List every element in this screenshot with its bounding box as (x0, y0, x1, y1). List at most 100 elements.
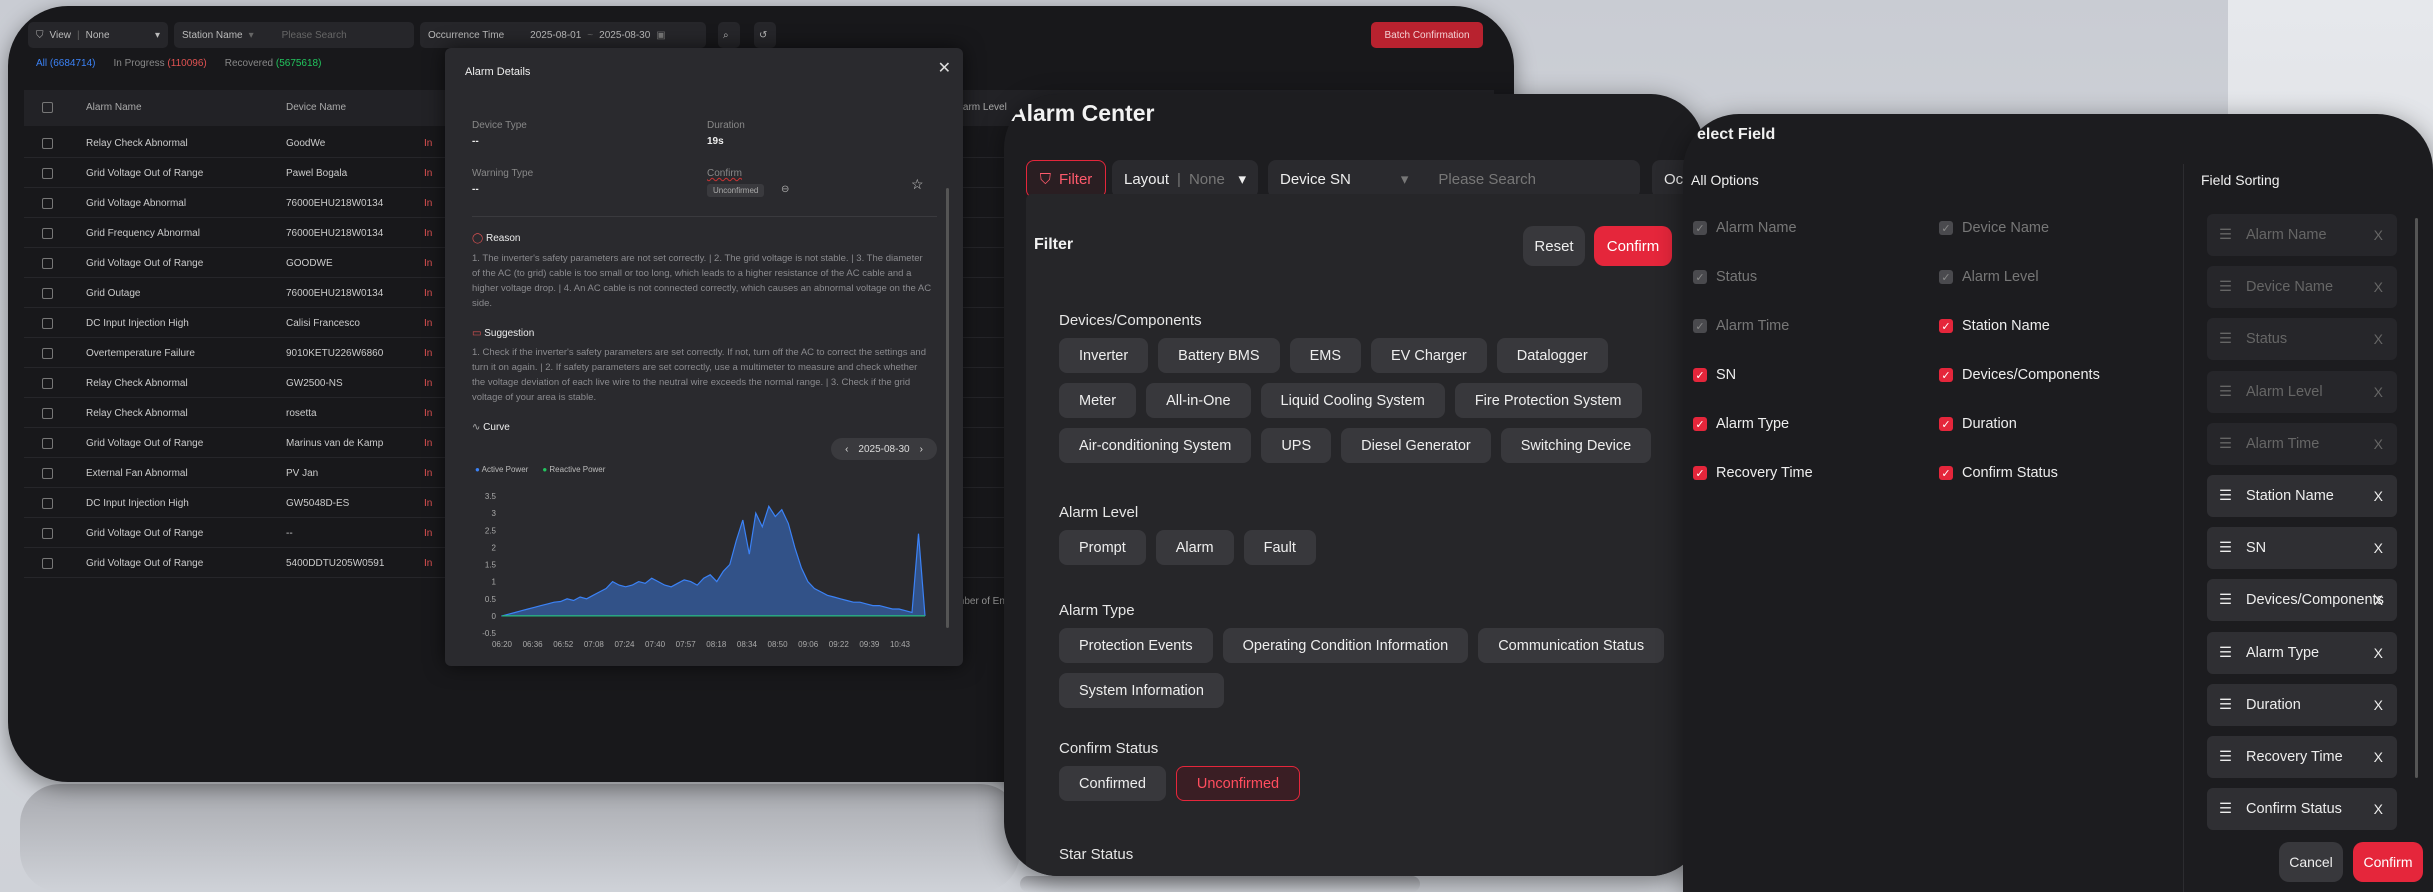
filter-chip[interactable]: Datalogger (1496, 338, 1608, 373)
search-button[interactable]: ⌕ (718, 22, 740, 48)
date-end[interactable]: 2025-08-30 (599, 30, 650, 41)
row-checkbox[interactable] (42, 438, 53, 449)
reset-button[interactable]: Reset (1523, 226, 1585, 266)
remove-icon[interactable]: X (2374, 436, 2383, 452)
filter-chip[interactable]: Confirmed (1059, 766, 1166, 801)
remove-icon[interactable]: X (2374, 697, 2383, 713)
chevron-left-icon[interactable]: ‹ (845, 444, 848, 455)
filter-chip[interactable]: Diesel Generator (1341, 428, 1491, 463)
row-checkbox[interactable] (42, 378, 53, 389)
filter-chip[interactable]: Prompt (1059, 530, 1146, 565)
filter-chip[interactable]: All-in-One (1146, 383, 1251, 418)
row-checkbox[interactable] (42, 258, 53, 269)
field-option[interactable]: ✓ Duration (1939, 416, 2017, 432)
drag-handle-icon[interactable]: ☰ (2219, 488, 2232, 504)
layout-select[interactable]: Layout | None ▾ (1112, 160, 1258, 198)
drag-handle-icon[interactable]: ☰ (2219, 645, 2232, 661)
checkbox-icon[interactable]: ✓ (1939, 319, 1953, 333)
remove-icon[interactable]: X (2374, 227, 2383, 243)
row-checkbox[interactable] (42, 288, 53, 299)
sort-row[interactable]: ☰ Recovery Time X (2207, 736, 2397, 778)
row-checkbox[interactable] (42, 558, 53, 569)
drag-handle-icon[interactable]: ☰ (2219, 436, 2232, 452)
sort-row[interactable]: ☰ Confirm Status X (2207, 788, 2397, 831)
curve-date-picker[interactable]: ‹ 2025-08-30 › (831, 438, 937, 460)
checkbox-icon[interactable]: ✓ (1939, 466, 1953, 480)
remove-icon[interactable]: X (2374, 488, 2383, 504)
remove-icon[interactable]: X (2374, 384, 2383, 400)
drag-handle-icon[interactable]: ☰ (2219, 384, 2232, 400)
field-option[interactable]: ✓ Station Name (1939, 318, 2050, 334)
device-sn-search[interactable]: Device SN ▾ Please Search (1268, 160, 1640, 198)
info-icon[interactable]: ⊖ (781, 184, 789, 195)
station-search[interactable]: Station Name ▾ Please Search (174, 22, 414, 48)
row-checkbox[interactable] (42, 468, 53, 479)
occurrence-time[interactable]: Occurrence Time 2025-08-01 ~ 2025-08-30 … (420, 22, 706, 48)
filter-chip[interactable]: Inverter (1059, 338, 1149, 373)
filter-chip[interactable]: Fault (1243, 530, 1316, 565)
sort-row[interactable]: ☰ Alarm Name X (2207, 214, 2397, 256)
refresh-button[interactable]: ↺ (754, 22, 776, 48)
row-checkbox[interactable] (42, 348, 53, 359)
field-option[interactable]: ✓ Confirm Status (1939, 465, 2058, 481)
date-start[interactable]: 2025-08-01 (530, 30, 581, 41)
filter-chip[interactable]: Switching Device (1500, 428, 1652, 463)
chevron-right-icon[interactable]: › (920, 444, 923, 455)
row-checkbox[interactable] (42, 408, 53, 419)
filter-chip[interactable]: EMS (1289, 338, 1361, 373)
remove-icon[interactable]: X (2374, 749, 2383, 765)
tab-in-progress[interactable]: In Progress (110096) (114, 58, 207, 69)
filter-chip[interactable]: Meter (1059, 383, 1137, 418)
sort-row[interactable]: ☰ Status X (2207, 318, 2397, 361)
drag-handle-icon[interactable]: ☰ (2219, 801, 2232, 817)
filter-chip[interactable]: System Information (1059, 673, 1224, 708)
filter-chip[interactable]: Operating Condition Information (1222, 628, 1469, 663)
cancel-button[interactable]: Cancel (2279, 842, 2343, 882)
field-option[interactable]: ✓ SN (1693, 367, 1736, 383)
confirm-button[interactable]: Confirm (2353, 842, 2423, 882)
remove-icon[interactable]: X (2374, 331, 2383, 347)
confirm-button[interactable]: Confirm (1594, 226, 1672, 266)
tab-recovered[interactable]: Recovered (5675618) (225, 58, 322, 69)
search-input[interactable]: Please Search (282, 30, 347, 41)
drag-handle-icon[interactable]: ☰ (2219, 540, 2232, 556)
drag-handle-icon[interactable]: ☰ (2219, 331, 2232, 347)
sort-row[interactable]: ☰ Devices/Components X (2207, 579, 2397, 622)
row-checkbox[interactable] (42, 498, 53, 509)
sort-row[interactable]: ☰ Device Name X (2207, 266, 2397, 309)
drag-handle-icon[interactable]: ☰ (2219, 749, 2232, 765)
filter-chip[interactable]: Fire Protection System (1454, 383, 1642, 418)
sort-row[interactable]: ☰ Duration X (2207, 683, 2397, 726)
sort-row[interactable]: ☰ Alarm Type X (2207, 631, 2397, 674)
remove-icon[interactable]: X (2374, 645, 2383, 661)
sorting-scrollbar[interactable] (2415, 218, 2418, 778)
checkbox-icon[interactable]: ✓ (1693, 417, 1707, 431)
remove-icon[interactable]: X (2374, 801, 2383, 817)
filter-chip[interactable]: Liquid Cooling System (1260, 383, 1445, 418)
field-option[interactable]: ✓ Alarm Type (1693, 416, 1789, 432)
tab-all[interactable]: All (6684714) (36, 58, 96, 69)
sort-row[interactable]: ☰ SN X (2207, 527, 2397, 570)
drag-handle-icon[interactable]: ☰ (2219, 227, 2232, 243)
row-checkbox[interactable] (42, 138, 53, 149)
station-name-select[interactable]: Station Name (182, 30, 243, 41)
drag-handle-icon[interactable]: ☰ (2219, 592, 2232, 608)
remove-icon[interactable]: X (2374, 592, 2383, 608)
filter-button[interactable]: ⛉ Filter (1026, 160, 1106, 198)
sort-row[interactable]: ☰ Alarm Time X (2207, 422, 2397, 465)
close-icon[interactable]: ✕ (938, 58, 951, 78)
row-checkbox[interactable] (42, 168, 53, 179)
checkbox-icon[interactable]: ✓ (1939, 368, 1953, 382)
remove-icon[interactable]: X (2374, 540, 2383, 556)
drag-handle-icon[interactable]: ☰ (2219, 697, 2232, 713)
row-checkbox[interactable] (42, 198, 53, 209)
batch-confirmation-button[interactable]: Batch Confirmation (1371, 22, 1483, 48)
sort-row[interactable]: ☰ Station Name X (2207, 475, 2397, 517)
drag-handle-icon[interactable]: ☰ (2219, 279, 2232, 295)
sort-row[interactable]: ☰ Alarm Level X (2207, 370, 2397, 413)
filter-chip[interactable]: Protection Events (1059, 628, 1213, 663)
row-checkbox[interactable] (42, 318, 53, 329)
checkbox-icon[interactable]: ✓ (1693, 466, 1707, 480)
row-checkbox[interactable] (42, 228, 53, 239)
modal-scrollbar[interactable] (946, 188, 949, 628)
